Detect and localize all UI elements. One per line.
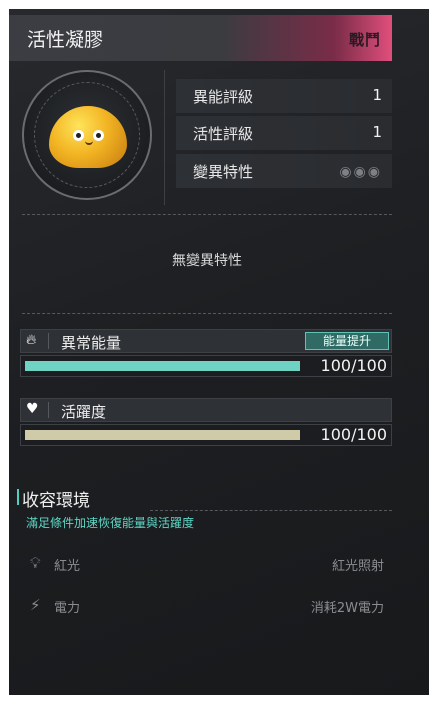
activity-bar: 100/100 [20,424,392,446]
activity-label: 活躍度 [61,403,107,421]
energy-value: 100/100 [320,356,387,375]
stat-label: 異能評級 [193,88,254,106]
stat-label: 活性評級 [193,125,254,143]
no-trait-text: 無變異特性 [172,253,242,269]
stat-value: 1 [372,86,382,104]
env-value: 紅光照射 [331,559,384,574]
separator [48,333,49,349]
env-row-power: ⚡︎ 電力 消耗2W電力 [22,588,392,624]
activity-header: ♥ 活躍度 [20,398,392,422]
environment-subtitle: 滿足條件加速恢復能量與活躍度 [26,516,195,530]
slime-mouth [85,139,93,145]
separator [48,402,49,418]
env-row-red-light: 💡︎ 紅光 紅光照射 [22,546,392,582]
stat-row-mutation-traits: 變異特性 ◉◉◉ [176,154,392,188]
energy-header: 🔥︎ 異常能量 能量提升 [20,329,392,353]
energy-label: 異常能量 [61,334,122,352]
stat-row-activity-rank: 活性評級 1 [176,116,392,150]
eye-icon: ◉◉◉ [339,164,382,180]
lightning-icon: ⚡︎ [30,596,41,614]
stat-value: 1 [372,123,382,141]
flame-icon: 🔥︎ [26,332,37,348]
environment-title: 收容環境 [17,486,90,511]
energy-bar: 100/100 [20,355,392,377]
env-value: 消耗2W電力 [310,601,384,616]
energy-boost-button[interactable]: 能量提升 [305,332,389,350]
creature-portrait[interactable] [22,70,152,200]
slime-eye-right [93,130,104,141]
slime-eye-left [73,130,84,141]
energy-fill [25,361,300,371]
stat-row-ability-rank: 異能評級 1 [176,79,392,113]
stat-label: 變異特性 [193,163,254,181]
type-tag: 戰鬥 [348,31,381,49]
divider [150,510,392,511]
divider [22,214,392,215]
activity-value: 100/100 [320,425,387,444]
portrait-divider [164,70,165,205]
env-label: 電力 [54,601,81,616]
header-bar: 活性凝膠 戰鬥 [9,15,392,61]
lightbulb-icon: 💡︎ [30,554,41,572]
env-label: 紅光 [54,559,81,574]
heart-pulse-icon: ♥ [26,401,39,417]
divider [22,313,392,314]
activity-fill [25,430,300,440]
creature-name: 活性凝膠 [27,29,104,51]
